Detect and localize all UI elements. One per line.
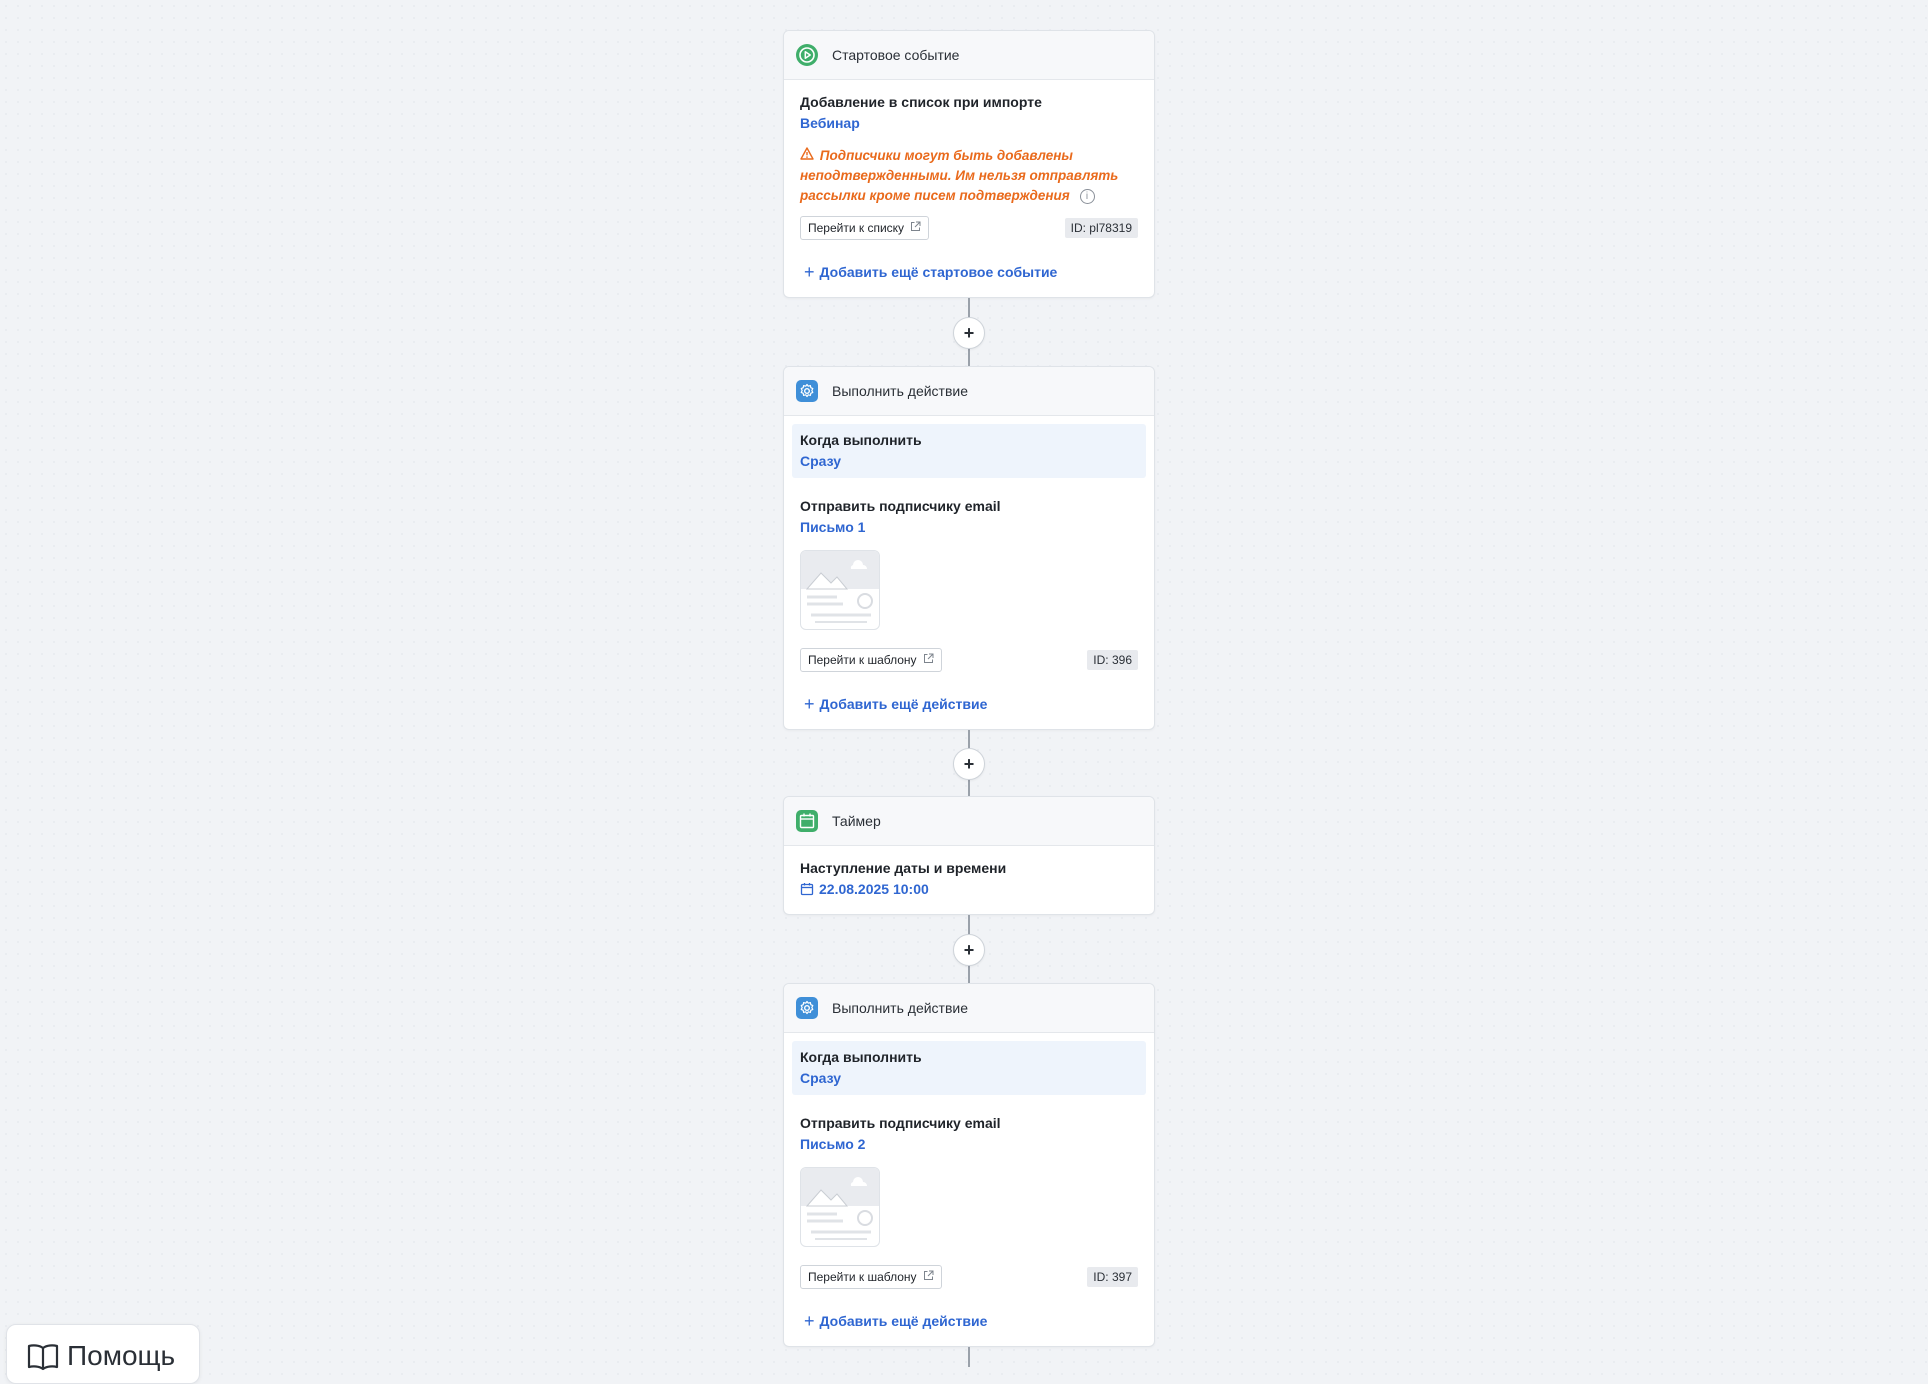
calendar-icon: [796, 810, 818, 832]
flow-connector: [783, 1347, 1155, 1367]
flow-connector: +: [783, 915, 1155, 983]
add-start-event-label: Добавить ещё стартовое событие: [819, 264, 1058, 280]
card-header: Таймер: [784, 797, 1154, 846]
when-execute-box[interactable]: Когда выполнить Сразу: [792, 424, 1146, 478]
external-link-icon: [923, 1270, 934, 1284]
warning-triangle-icon: [800, 146, 814, 166]
timer-datetime[interactable]: 22.08.2025 10:00: [800, 878, 1138, 900]
add-start-event-button[interactable]: + Добавить ещё стартовое событие: [800, 262, 1138, 283]
when-value[interactable]: Сразу: [800, 1067, 1138, 1089]
email-template-thumbnail[interactable]: [800, 1167, 880, 1247]
card-header-title: Стартовое событие: [832, 47, 960, 63]
add-action-label: Добавить ещё действие: [819, 1313, 988, 1329]
send-email-title: Отправить подписчику email: [800, 498, 1001, 514]
external-link-icon: [910, 221, 921, 235]
go-to-template-button[interactable]: Перейти к шаблону: [800, 1265, 942, 1289]
plus-icon: +: [804, 1311, 815, 1331]
when-title: Когда выполнить: [800, 1049, 922, 1065]
id-badge: ID: pl78319: [1064, 218, 1138, 238]
action-card-1[interactable]: Выполнить действие Когда выполнить Сразу…: [783, 366, 1155, 730]
timer-title: Наступление даты и времени: [800, 860, 1007, 876]
gear-icon: [796, 997, 818, 1019]
flow-connector: +: [783, 730, 1155, 796]
warning-text: Подписчики могут быть добавлены неподтве…: [800, 148, 1119, 203]
go-to-template-label: Перейти к шаблону: [808, 653, 917, 667]
book-icon: [27, 1343, 59, 1371]
flow-connector: +: [783, 298, 1155, 366]
timer-card[interactable]: Таймер Наступление даты и времени 22.08.…: [783, 796, 1155, 915]
go-to-template-button[interactable]: Перейти к шаблону: [800, 648, 942, 672]
add-action-button[interactable]: + Добавить ещё действие: [800, 694, 1138, 715]
info-icon[interactable]: i: [1079, 188, 1095, 204]
unconfirmed-warning: Подписчики могут быть добавлены неподтве…: [800, 146, 1138, 206]
add-step-button[interactable]: +: [953, 934, 985, 966]
connector-line: [968, 1347, 970, 1367]
start-event-card[interactable]: Стартовое событие Добавление в список пр…: [783, 30, 1155, 298]
email-template-thumbnail[interactable]: [800, 550, 880, 630]
card-header-title: Таймер: [832, 813, 881, 829]
start-event-title: Добавление в список при импорте: [800, 94, 1042, 110]
gear-icon: [796, 380, 818, 402]
send-email-title: Отправить подписчику email: [800, 1115, 1001, 1131]
add-action-button[interactable]: + Добавить ещё действие: [800, 1311, 1138, 1332]
card-header: Выполнить действие: [784, 984, 1154, 1033]
timer-datetime-value: 22.08.2025 10:00: [819, 881, 929, 897]
list-link[interactable]: Вебинар: [800, 112, 1138, 134]
card-header-title: Выполнить действие: [832, 1000, 969, 1016]
play-icon: [796, 44, 818, 66]
calendar-icon: [800, 882, 814, 896]
when-execute-box[interactable]: Когда выполнить Сразу: [792, 1041, 1146, 1095]
go-to-template-label: Перейти к шаблону: [808, 1270, 917, 1284]
action-card-2[interactable]: Выполнить действие Когда выполнить Сразу…: [783, 983, 1155, 1347]
add-action-label: Добавить ещё действие: [819, 696, 988, 712]
add-step-button[interactable]: +: [953, 317, 985, 349]
plus-icon: +: [804, 262, 815, 282]
automation-flow: Стартовое событие Добавление в список пр…: [783, 30, 1155, 1367]
letter-link[interactable]: Письмо 2: [800, 1133, 1138, 1155]
when-title: Когда выполнить: [800, 432, 922, 448]
plus-icon: +: [804, 694, 815, 714]
help-button[interactable]: Помощь: [6, 1324, 200, 1384]
when-value[interactable]: Сразу: [800, 450, 1138, 472]
card-header: Стартовое событие: [784, 31, 1154, 80]
go-to-list-label: Перейти к списку: [808, 221, 905, 235]
add-step-button[interactable]: +: [953, 748, 985, 780]
external-link-icon: [923, 653, 934, 667]
go-to-list-button[interactable]: Перейти к списку: [800, 216, 930, 240]
id-badge: ID: 397: [1087, 1267, 1138, 1287]
card-header: Выполнить действие: [784, 367, 1154, 416]
id-badge: ID: 396: [1087, 650, 1138, 670]
letter-link[interactable]: Письмо 1: [800, 516, 1138, 538]
card-header-title: Выполнить действие: [832, 383, 969, 399]
